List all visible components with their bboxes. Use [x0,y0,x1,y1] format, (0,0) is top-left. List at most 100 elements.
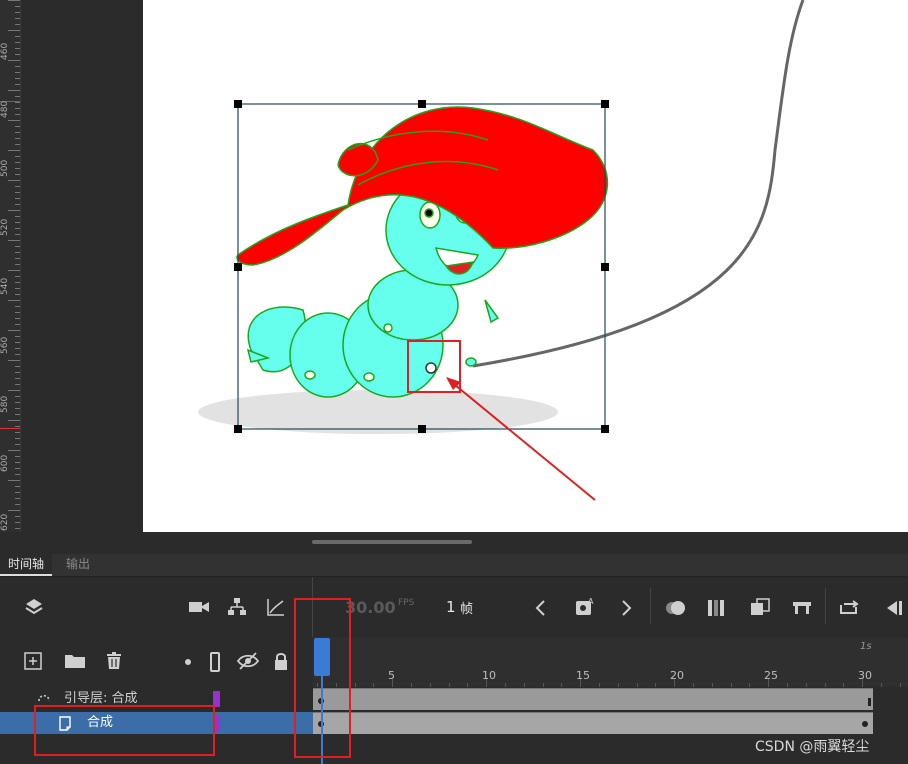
frame-label: 10 [482,669,496,682]
ruler-tick [15,378,20,379]
go-to-first-frame-icon[interactable] [882,598,906,623]
transform-handle[interactable] [234,263,242,271]
ruler-tick [15,108,20,109]
ruler-tick [15,246,20,247]
frame-label: 30 [858,669,872,682]
ruler-tick [15,6,20,7]
prev-keyframe-icon[interactable] [533,598,547,623]
ruler-tick [15,258,20,259]
frame-tick [523,683,525,687]
ruler-tick [15,462,20,463]
toolbar-divider [825,588,826,624]
ruler-label: 480 [0,100,10,118]
next-keyframe-icon[interactable] [620,598,634,623]
ruler-tick [15,324,20,325]
ruler-tick [15,168,20,169]
ruler-tick [15,468,20,469]
highlight-layers-icon[interactable] [182,651,194,677]
watermark: CSDN @雨翼轻尘 [755,739,870,755]
hide-layers-icon[interactable] [236,651,260,676]
ruler-tick [15,204,20,205]
frame-view-icon[interactable] [791,598,813,623]
transform-handle[interactable] [418,100,426,108]
ruler-tick [15,288,20,289]
splitter-grip[interactable] [312,540,472,544]
ruler-tick [8,390,20,391]
ruler-tick [15,342,20,343]
ruler-label: 520 [0,218,10,236]
ruler-tick [15,84,20,85]
fps-unit: FPS [398,598,415,608]
new-folder-icon[interactable] [63,651,87,676]
panel-tabs: 时间轴 输出 [0,554,908,577]
ruler-tick [15,54,20,55]
graph-icon[interactable] [266,597,286,622]
timeline-ruler[interactable]: 1s 5 10 15 20 25 30 [313,637,908,687]
fps-value[interactable]: 30.00 [345,598,396,617]
tab-output[interactable]: 输出 [58,554,98,574]
ruler-tick [8,120,20,121]
ruler-tick [8,300,20,301]
ruler-tick [15,162,20,163]
ruler-guide-marker [0,428,20,429]
ruler-tick [8,0,20,1]
ruler-tick [15,348,20,349]
annotation-arrow [448,379,596,501]
ruler-tick [15,66,20,67]
ruler-tick [15,426,20,427]
ruler-tick [15,234,20,235]
camera-icon[interactable] [188,597,210,622]
frame-label: 15 [576,669,590,682]
character-shadow [198,390,558,434]
new-layer-icon[interactable] [23,651,43,676]
transform-handle[interactable] [234,425,242,433]
ruler-tick [15,156,20,157]
tab-timeline[interactable]: 时间轴 [0,554,53,576]
selected-layer-frames[interactable] [313,712,873,734]
ruler-tick [15,216,20,217]
edit-multiple-frames-icon[interactable] [706,598,728,623]
hierarchy-icon[interactable] [227,597,247,622]
onion-skin-icon[interactable] [664,598,688,623]
ruler-tick [8,480,20,481]
frame-tick [599,683,600,687]
delete-layer-icon[interactable] [104,651,124,676]
ruler-tick [8,60,20,61]
vertical-ruler[interactable]: 460 480 500 520 540 560 580 600 620 [0,0,21,532]
ruler-tick [15,396,20,397]
panel-splitter[interactable] [0,532,908,554]
end-frame-marker [868,698,871,706]
outline-layers-icon[interactable] [208,651,222,678]
stage-canvas[interactable] [143,0,908,532]
ruler-tick [15,402,20,403]
ruler-tick [15,438,20,439]
transform-handle[interactable] [418,425,426,433]
transform-handle[interactable] [234,100,242,108]
frame-tick [542,683,544,687]
ruler-tick [15,42,20,43]
ruler-tick [15,48,20,49]
ruler-tick [8,210,20,211]
frame-tick [843,683,845,687]
transform-point[interactable] [425,362,437,374]
transform-handle[interactable] [601,263,609,271]
lock-layers-icon[interactable] [271,651,291,676]
transform-handle[interactable] [601,100,609,108]
layers-icon[interactable] [24,597,44,622]
ruler-tick [15,318,20,319]
ruler-tick [8,420,20,421]
ruler-tick [8,330,20,331]
insert-keyframe-icon[interactable]: A [574,596,596,623]
loop-icon[interactable] [838,597,862,622]
current-frame-value[interactable]: 1 [446,598,456,616]
ruler-tick [15,36,20,37]
guide-layer-frames[interactable] [313,688,873,710]
ruler-tick [15,96,20,97]
frame-tick [636,683,638,687]
end-keyframe-marker[interactable] [862,721,868,727]
ruler-label: 560 [0,336,10,354]
paste-frames-icon[interactable] [749,597,771,622]
transform-handle[interactable] [601,425,609,433]
ruler-tick [15,492,20,493]
ruler-tick [15,372,20,373]
